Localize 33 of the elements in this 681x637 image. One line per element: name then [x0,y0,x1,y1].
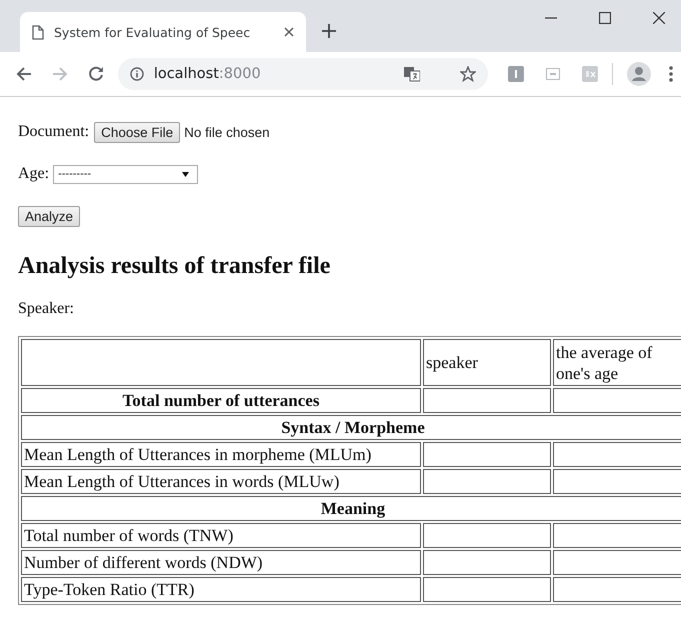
document-label: Document: [18,123,90,141]
row-label: Type-Token Ratio (TTR) [21,577,421,602]
column-header: the average of one's age [553,339,681,386]
close-icon[interactable] [653,12,665,24]
browser-tab[interactable]: System for Evaluating of Speec [20,12,306,52]
page-icon [32,24,44,40]
maximize-icon[interactable] [599,12,611,24]
row-label: Mean Length of Utterances in morpheme (MLUm) [21,442,421,467]
close-icon[interactable] [284,27,294,37]
back-icon[interactable] [16,66,32,82]
info-icon[interactable] [130,67,144,81]
row-label: Mean Length of Utterances in words (MLUw) [21,469,421,494]
choose-file-button[interactable]: Choose File [94,122,180,142]
menu-icon[interactable] [669,66,674,82]
row-label: Total number of utterances [21,388,421,413]
speaker-label: Speaker: [18,300,74,318]
page-heading: Analysis results of transfer file [18,253,332,280]
extension-icon[interactable] [508,66,524,82]
age-select[interactable]: --------- [53,164,198,184]
new-tab-icon[interactable] [322,24,336,38]
translate-icon[interactable] [404,66,420,82]
row-label: Number of different words (NDW) [21,550,421,575]
avatar-icon[interactable] [627,62,652,86]
section-header: Meaning [21,496,681,521]
dropdown-icon [182,172,190,177]
row-label: Total number of words (TNW) [21,523,421,548]
column-header: speaker [423,339,551,386]
section-header: Syntax / Morpheme [21,415,681,440]
star-icon[interactable] [460,66,476,82]
reload-icon[interactable] [88,66,104,82]
age-label: Age: [18,165,50,183]
file-status: No file chosen [184,124,270,140]
analyze-button[interactable]: Analyze [18,206,80,226]
